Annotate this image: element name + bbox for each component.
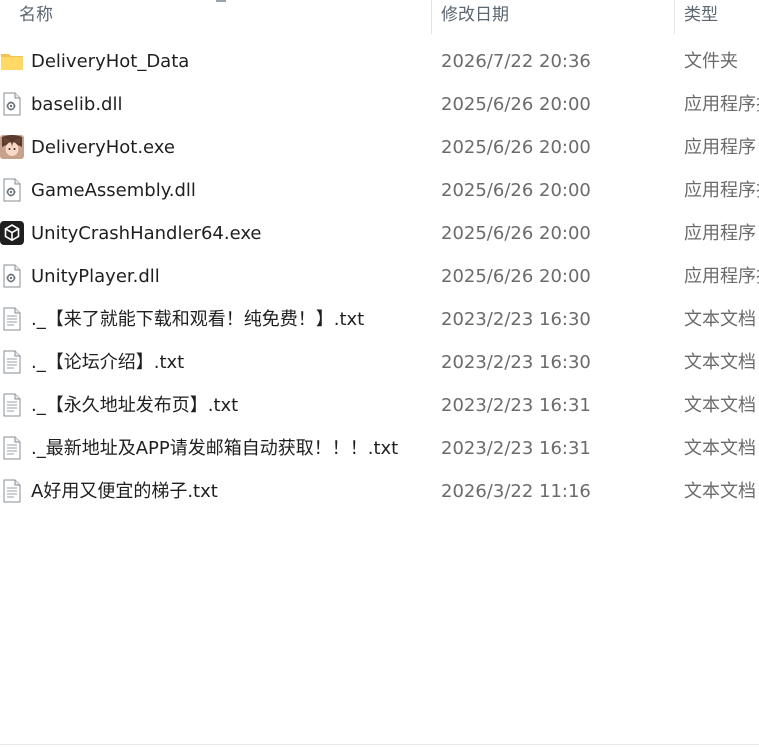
file-type: 应用程序扩展	[684, 94, 759, 115]
dll-file-icon	[0, 91, 24, 117]
file-name: GameAssembly.dll	[31, 180, 196, 201]
file-date-modified: 2023/2/23 16:30	[441, 352, 591, 373]
sort-indicator-icon	[216, 0, 226, 2]
file-date-modified: 2023/2/23 16:31	[441, 438, 591, 459]
file-type: 文本文档	[684, 481, 756, 502]
file-name: DeliveryHot.exe	[31, 137, 175, 158]
file-row[interactable]: UnityCrashHandler64.exe 2025/6/26 20:00 应用…	[0, 212, 759, 255]
text-file-icon	[0, 306, 24, 332]
file-row[interactable]: DeliveryHot.exe 2025/6/26 20:00 应用程序	[0, 126, 759, 169]
file-row[interactable]: ._【论坛介绍】.txt 2023/2/23 16:30 文本文档	[0, 341, 759, 384]
file-type: 应用程序	[684, 137, 756, 158]
column-divider[interactable]	[431, 0, 432, 34]
file-name: baselib.dll	[31, 94, 123, 115]
file-row[interactable]: UnityPlayer.dll 2025/6/26 20:00 应用程序扩展	[0, 255, 759, 298]
file-date-modified: 2023/2/23 16:30	[441, 309, 591, 330]
file-name: DeliveryHot_Data	[31, 51, 190, 72]
file-name: ._【永久地址发布页】.txt	[31, 395, 239, 416]
text-file-icon	[0, 435, 24, 461]
file-name: ._最新地址及APP请发邮箱自动获取！！！.txt	[31, 438, 399, 459]
file-row[interactable]: ._【来了就能下载和观看！纯免费！】.txt 2023/2/23 16:30 文本文…	[0, 298, 759, 341]
text-file-icon	[0, 349, 24, 375]
file-type: 应用程序	[684, 223, 756, 244]
column-divider[interactable]	[674, 0, 675, 34]
game-exe-icon	[0, 134, 24, 160]
file-date-modified: 2026/7/22 20:36	[441, 51, 591, 72]
file-row[interactable]: ._最新地址及APP请发邮箱自动获取！！！.txt 2023/2/23 16:31…	[0, 427, 759, 470]
file-row[interactable]: A好用又便宜的梯子.txt 2026/3/22 11:16 文本文档	[0, 470, 759, 513]
file-type: 文本文档	[684, 309, 756, 330]
file-date-modified: 2025/6/26 20:00	[441, 180, 591, 201]
file-date-modified: 2025/6/26 20:00	[441, 266, 591, 287]
text-file-icon	[0, 392, 24, 418]
file-type: 应用程序扩展	[684, 180, 759, 201]
file-type: 文本文档	[684, 395, 756, 416]
file-row[interactable]: GameAssembly.dll 2025/6/26 20:00 应用程序扩展	[0, 169, 759, 212]
file-date-modified: 2025/6/26 20:00	[441, 223, 591, 244]
column-header-date-modified[interactable]: 修改日期	[441, 0, 509, 34]
column-header-bar: 名称 修改日期 类型	[0, 0, 759, 34]
file-date-modified: 2025/6/26 20:00	[441, 94, 591, 115]
dll-file-icon	[0, 177, 24, 203]
file-row[interactable]: ._【永久地址发布页】.txt 2023/2/23 16:31 文本文档	[0, 384, 759, 427]
file-name: ._【来了就能下载和观看！纯免费！】.txt	[31, 309, 365, 330]
column-header-type[interactable]: 类型	[684, 0, 718, 34]
divider	[0, 744, 759, 745]
file-row[interactable]: baselib.dll 2025/6/26 20:00 应用程序扩展	[0, 83, 759, 126]
file-date-modified: 2025/6/26 20:00	[441, 137, 591, 158]
folder-icon	[0, 48, 24, 74]
file-name: ._【论坛介绍】.txt	[31, 352, 185, 373]
file-type: 文本文档	[684, 352, 756, 373]
file-row[interactable]: DeliveryHot_Data 2026/7/22 20:36 文件夹	[0, 40, 759, 83]
unity-icon	[0, 220, 24, 246]
file-name: A好用又便宜的梯子.txt	[31, 481, 218, 502]
dll-file-icon	[0, 263, 24, 289]
column-header-name[interactable]: 名称	[19, 0, 53, 34]
file-date-modified: 2023/2/23 16:31	[441, 395, 591, 416]
file-type: 应用程序扩展	[684, 266, 759, 287]
file-type: 文件夹	[684, 51, 738, 72]
file-type: 文本文档	[684, 438, 756, 459]
file-date-modified: 2026/3/22 11:16	[441, 481, 591, 502]
file-name: UnityCrashHandler64.exe	[31, 223, 262, 244]
file-explorer-list: 名称 修改日期 类型 DeliveryHot_Data 2026/7/22 20:…	[0, 0, 759, 747]
file-name: UnityPlayer.dll	[31, 266, 160, 287]
text-file-icon	[0, 478, 24, 504]
